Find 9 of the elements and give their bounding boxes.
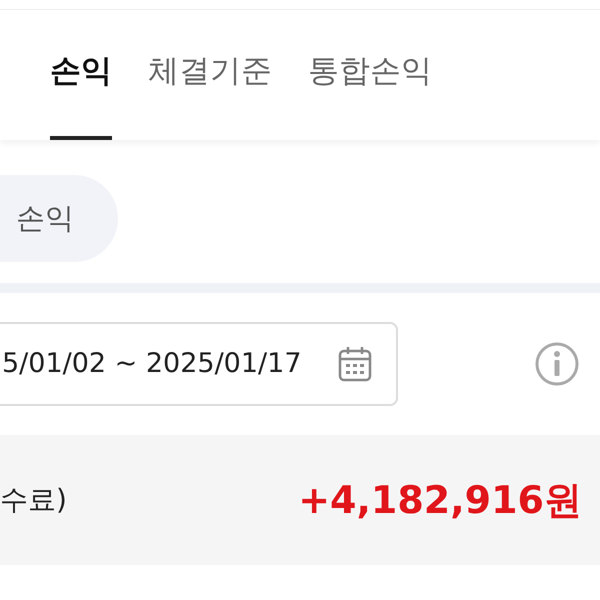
summary-label: 수료) bbox=[0, 482, 67, 518]
tab[interactable]: 통합손익 bbox=[308, 10, 432, 140]
calendar-icon bbox=[338, 346, 372, 382]
tab[interactable]: 손익 bbox=[50, 10, 112, 140]
filter-chip[interactable]: 손익 bbox=[0, 175, 118, 262]
profit-amount: +4,182,916원 bbox=[298, 476, 582, 524]
date-range-field[interactable]: 5/01/02 ~ 2025/01/17 bbox=[0, 322, 398, 406]
tab[interactable]: 체결기준 bbox=[148, 10, 272, 140]
info-icon[interactable] bbox=[534, 341, 580, 387]
